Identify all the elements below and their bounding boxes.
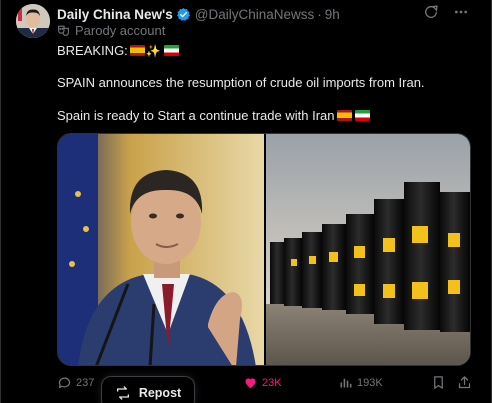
repost-label: Repost [138,386,182,400]
grok-icon[interactable] [423,4,439,20]
repost-icon [115,385,131,401]
like-count: 23K [262,376,282,389]
post-text-trade: Spain is ready to Start a continue trade… [57,108,370,123]
author-handle[interactable]: @DailyChinaNewss [195,7,315,22]
post-media[interactable] [57,133,471,366]
views-icon [338,375,353,390]
trade-sentence: Spain is ready to Start a continue trade… [57,108,335,123]
iran-flag-icon [354,110,370,121]
politician-photo [58,134,264,365]
bookmark-icon [431,375,446,390]
bookmark-button[interactable] [431,375,450,390]
like-button[interactable]: 23K [243,375,282,390]
oil-barrels-photo [266,134,470,365]
reply-count: 237 [76,376,95,389]
sparkles-icon: ✨ [145,44,161,58]
author-avatar[interactable] [16,4,50,38]
views-count: 193K [357,376,383,389]
breaking-label: BREAKING: [57,43,128,58]
parody-mask-icon [57,24,70,37]
meta-separator: · [317,6,322,22]
parody-account-text: Parody account [75,23,166,38]
author-name[interactable]: Daily China New's [57,7,173,22]
share-button[interactable] [457,375,476,390]
like-icon [243,375,258,390]
parody-label: Parody account [57,23,165,38]
share-icon [457,375,472,390]
verified-badge-icon [176,7,191,22]
reply-button[interactable]: 237 [57,375,94,390]
reply-icon [57,375,72,390]
views-button[interactable]: 193K [338,375,383,390]
post-text-breaking: BREAKING: ✨ [57,43,179,58]
iran-flag-icon [163,45,179,56]
spain-flag-icon [336,110,352,121]
post-timestamp[interactable]: 9h [325,7,340,22]
post-card[interactable]: Daily China New's @DailyChinaNewss · 9h … [0,0,492,403]
post-text-announcement: SPAIN announces the resumption of crude … [57,75,425,90]
more-icon[interactable] [453,4,469,20]
repost-menu-button[interactable]: Repost [101,376,195,403]
spain-flag-icon [129,45,145,56]
